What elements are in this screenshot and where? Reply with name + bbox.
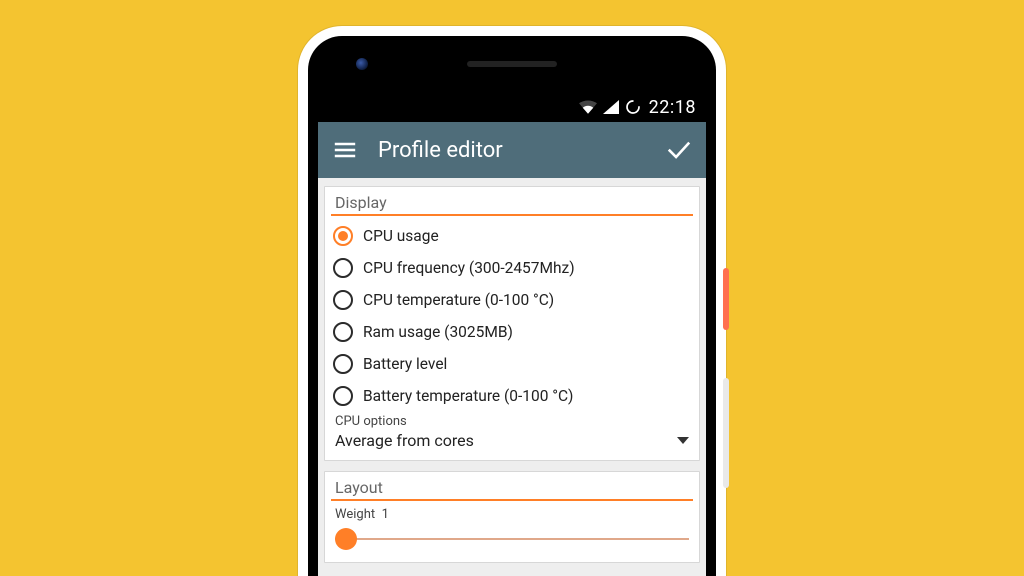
weight-slider[interactable] — [335, 524, 689, 554]
confirm-checkmark-button[interactable] — [664, 135, 694, 165]
radio-option-label: Battery temperature (0-100 °C) — [363, 387, 573, 405]
slider-thumb[interactable] — [335, 528, 357, 550]
loading-spinner-icon — [625, 99, 641, 115]
radio-option-label: Battery level — [363, 355, 447, 373]
app-bar-title: Profile editor — [378, 138, 646, 163]
radio-option-label: CPU frequency (300-2457Mhz) — [363, 259, 575, 277]
hamburger-menu-button[interactable] — [330, 135, 360, 165]
content-scroll[interactable]: Display CPU usage CPU frequency (300-2457… — [318, 178, 706, 576]
radio-button-icon — [333, 322, 353, 342]
radio-button-icon — [333, 226, 353, 246]
phone-frame: 22:18 Profile editor Display CPU usageC — [298, 26, 726, 576]
radio-option-label: Ram usage (3025MB) — [363, 323, 513, 341]
radio-button-icon — [333, 290, 353, 310]
section-divider — [331, 214, 693, 216]
cpu-options-dropdown[interactable]: Average from cores — [325, 429, 699, 460]
slider-track — [335, 538, 689, 540]
wifi-icon — [579, 100, 597, 114]
radio-button-icon — [333, 386, 353, 406]
display-radio-option[interactable]: CPU temperature (0-100 °C) — [325, 284, 699, 316]
display-card: Display CPU usage CPU frequency (300-2457… — [324, 186, 700, 461]
dropdown-caret-icon — [677, 437, 689, 444]
radio-option-label: CPU temperature (0-100 °C) — [363, 291, 554, 309]
earpiece-speaker — [467, 61, 557, 67]
phone-bezel: 22:18 Profile editor Display CPU usageC — [308, 36, 716, 576]
radio-option-label: CPU usage — [363, 227, 439, 245]
section-divider — [331, 499, 693, 501]
layout-section-title: Layout — [325, 472, 699, 499]
layout-card: Layout Weight 1 — [324, 471, 700, 563]
display-radio-option[interactable]: CPU frequency (300-2457Mhz) — [325, 252, 699, 284]
weight-label-row: Weight 1 — [325, 505, 699, 522]
phone-volume-button — [723, 378, 729, 488]
radio-button-icon — [333, 258, 353, 278]
status-clock: 22:18 — [649, 97, 696, 118]
cellular-signal-icon — [603, 100, 619, 114]
front-camera — [356, 58, 368, 70]
android-status-bar: 22:18 — [318, 92, 706, 122]
display-radio-option[interactable]: Battery level — [325, 348, 699, 380]
display-radio-group: CPU usage CPU frequency (300-2457Mhz) CPU … — [325, 220, 699, 412]
weight-label: Weight — [335, 507, 375, 522]
weight-value: 1 — [382, 507, 389, 522]
screen: 22:18 Profile editor Display CPU usageC — [318, 92, 706, 576]
phone-power-button — [723, 268, 729, 330]
display-radio-option[interactable]: CPU usage — [325, 220, 699, 252]
cpu-options-value: Average from cores — [335, 431, 474, 450]
display-radio-option[interactable]: Battery temperature (0-100 °C) — [325, 380, 699, 412]
cpu-options-label: CPU options — [325, 414, 699, 429]
display-section-title: Display — [325, 187, 699, 214]
display-radio-option[interactable]: Ram usage (3025MB) — [325, 316, 699, 348]
radio-button-icon — [333, 354, 353, 374]
app-bar: Profile editor — [318, 122, 706, 178]
